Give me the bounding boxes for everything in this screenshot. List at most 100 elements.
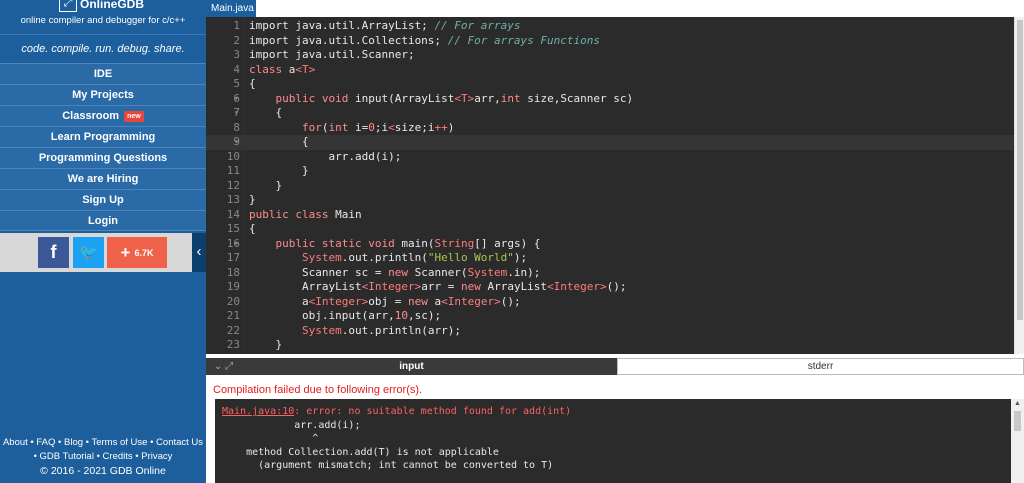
line-number: 11 (226, 164, 240, 177)
footer-faq-link[interactable]: FAQ (36, 437, 55, 448)
console-scrollbar-thumb[interactable] (1014, 411, 1021, 431)
footer-terms-link[interactable]: Terms of Use (91, 437, 147, 448)
console-line: (argument mismatch; int cannot be conver… (222, 459, 553, 473)
code-line[interactable]: 21 obj.input(arr,10,sc); (206, 309, 1014, 324)
footer-about-link[interactable]: About (3, 437, 28, 448)
code-line[interactable]: 1 import java.util.ArrayList; // For arra… (206, 19, 1014, 34)
nav-sign-up[interactable]: Sign Up (0, 189, 206, 210)
footer-blog-link[interactable]: Blog (64, 437, 83, 448)
fold-arrow-icon[interactable]: ▾ (234, 106, 239, 121)
footer-links-row-1: About • FAQ • Blog • Terms of Use • Cont… (2, 437, 204, 448)
code-token: main( (394, 236, 435, 250)
brand[interactable]: ⤢ OnlineGDB online compiler and debugger… (0, 0, 206, 34)
nav-learn-programming[interactable]: Learn Programming (0, 126, 206, 147)
fold-arrow-icon[interactable]: ▾ (234, 135, 239, 150)
console-scrollbar[interactable]: ▲ (1011, 399, 1024, 483)
tab-stderr[interactable]: stderr (617, 358, 1024, 375)
console-line: ^ (222, 432, 318, 446)
code-token: for (301, 120, 322, 134)
footer-contact-link[interactable]: Contact Us (156, 437, 203, 448)
code-token: { (249, 135, 309, 148)
nav-ide[interactable]: IDE (0, 63, 206, 84)
nav-programming-questions[interactable]: Programming Questions (0, 147, 206, 168)
code-token: size;i (394, 120, 435, 134)
code-text: { (249, 106, 282, 121)
nav-my-projects[interactable]: My Projects (0, 84, 206, 105)
code-text: } (249, 353, 256, 355)
console-token: method Collection.add(T) is not applicab… (222, 446, 499, 458)
code-line[interactable]: 10 arr.add(i); (206, 150, 1014, 165)
nav-we-are-hiring[interactable]: We are Hiring (0, 168, 206, 189)
line-number: 3 (233, 48, 240, 61)
nav-classroom[interactable]: Classroom new (0, 105, 206, 126)
code-line[interactable]: 4 class a<T> (206, 63, 1014, 78)
line-number: 10 (226, 149, 240, 163)
collapse-sidebar-button[interactable]: ‹ (192, 233, 206, 272)
footer-credits-link[interactable]: Credits (103, 451, 133, 462)
facebook-icon: f (50, 242, 57, 262)
code-line[interactable]: 18 Scanner sc = new Scanner(System.in); (206, 266, 1014, 281)
nav-login[interactable]: Login (0, 210, 206, 231)
footer-gdb-tutorial-link[interactable]: GDB Tutorial (40, 451, 94, 462)
code-token: i= (348, 120, 369, 134)
code-line[interactable]: 11 } (206, 164, 1014, 179)
code-text: import java.util.Scanner; (249, 48, 415, 63)
code-line[interactable]: 16 ▾ public static void main(String[] arg… (206, 237, 1014, 252)
code-line[interactable]: 9 ▾ { (206, 135, 1014, 150)
code-line[interactable]: 6 ▾ public void input(ArrayList<T>arr,int… (206, 92, 1014, 107)
code-token: // For arrays Functions (447, 33, 601, 47)
share-button[interactable]: +6.7K (107, 237, 167, 268)
line-number: 18 (226, 265, 240, 279)
code-line[interactable]: 13} (206, 193, 1014, 208)
code-token: new (460, 280, 481, 293)
tab-main-java[interactable]: Main.java (206, 0, 256, 17)
line-number: 15 (226, 222, 240, 235)
scroll-up-icon[interactable]: ▲ (1014, 400, 1021, 407)
code-line[interactable]: 15 { (206, 222, 1014, 237)
code-text: { (249, 135, 309, 150)
line-number: 17 (226, 251, 240, 264)
code-line[interactable]: 19 ArrayList<Integer>arr = new ArrayList… (206, 280, 1014, 295)
code-line[interactable]: 8 for(int i=0;i<size;i++) (206, 121, 1014, 136)
code-token: size,Scanner sc) (520, 91, 634, 105)
sidebar-nav: IDE My Projects Classroom new Learn Prog… (0, 63, 206, 231)
facebook-button[interactable]: f (38, 237, 69, 268)
console-token: (argument mismatch; int cannot be conver… (222, 460, 554, 471)
code-line[interactable]: 14 public class Main (206, 208, 1014, 223)
brand-subtitle: online compiler and debugger for c/c++ (20, 15, 186, 26)
tab-input[interactable]: input (206, 358, 617, 375)
fold-arrow-icon[interactable]: ▾ (234, 237, 239, 252)
footer-privacy-link[interactable]: Privacy (141, 451, 172, 462)
code-token: Scanner sc = (249, 265, 389, 279)
code-token: (); (500, 294, 521, 308)
code-editor[interactable]: 1 import java.util.ArrayList; // For arra… (206, 17, 1014, 354)
scrollbar-thumb[interactable] (1017, 20, 1023, 320)
code-line[interactable]: 7 ▾ { (206, 106, 1014, 121)
panel-collapse-expand-icons[interactable]: ⌄ ⤢ (214, 358, 233, 375)
code-line[interactable]: 2 import java.util.Collections; // For ar… (206, 34, 1014, 49)
error-location-link[interactable]: Main.java:10 (222, 406, 294, 417)
code-token: arr = (421, 280, 461, 293)
code-line[interactable]: 24} (206, 353, 1014, 355)
code-line[interactable]: 22 System.out.println(arr); (206, 324, 1014, 339)
code-token: 10 (394, 309, 408, 322)
code-line[interactable]: 3 import java.util.Scanner; (206, 48, 1014, 63)
console-line: Main.java:10: error: no suitable method … (222, 405, 571, 419)
fold-arrow-icon[interactable]: ▾ (234, 92, 239, 107)
code-token: import java.util.Scanner; (249, 48, 415, 61)
code-text: obj.input(arr,10,sc); (249, 309, 441, 324)
twitter-button[interactable]: 🐦 (73, 237, 104, 268)
code-line[interactable]: 17 System.out.println("Hello World"); (206, 251, 1014, 266)
code-token: .in); (507, 265, 541, 279)
code-line[interactable]: 12 } (206, 179, 1014, 194)
io-panel-bar: input ⌄ ⤢ stderr (206, 358, 1024, 375)
code-line[interactable]: 23 } (206, 338, 1014, 353)
editor-scrollbar[interactable] (1014, 17, 1024, 354)
line-number: 23 (226, 338, 240, 351)
line-number: 2 (233, 33, 240, 47)
code-text: public void input(ArrayList<T>arr,int si… (249, 91, 634, 107)
console-line: arr.add(i); (222, 419, 360, 433)
code-token: } (249, 338, 283, 351)
code-line[interactable]: 5{ (206, 77, 1014, 92)
code-line[interactable]: 20 a<Integer>obj = new a<Integer>(); (206, 295, 1014, 310)
